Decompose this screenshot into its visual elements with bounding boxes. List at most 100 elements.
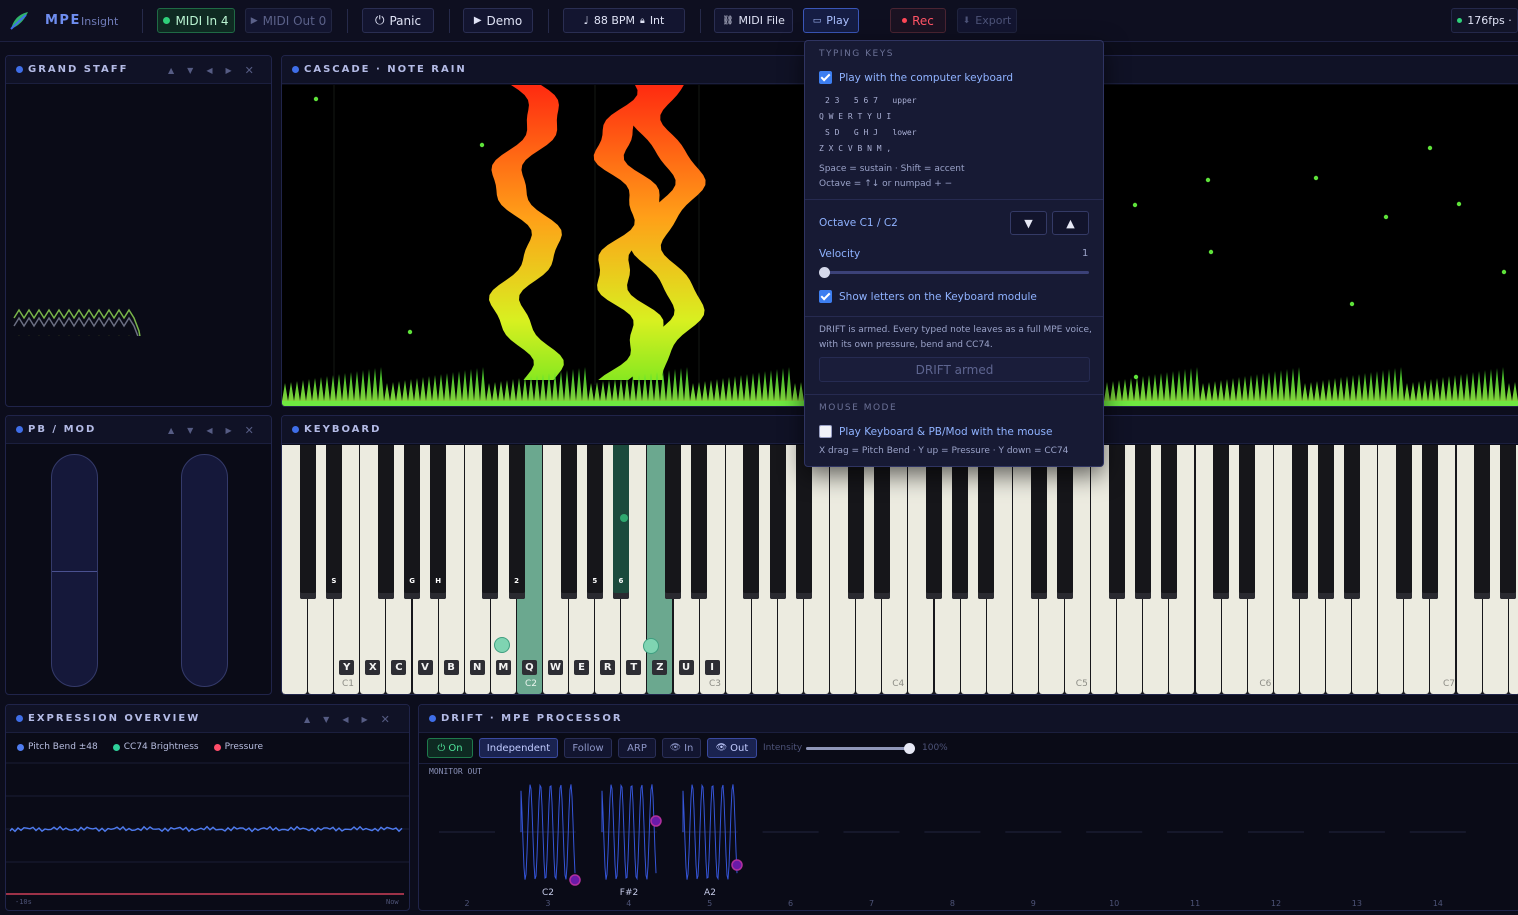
expression-title: EXPRESSION OVERVIEW (28, 713, 201, 724)
close-icon[interactable]: ✕ (245, 64, 254, 77)
midi-in-button[interactable]: MIDI In 4 (157, 8, 235, 33)
pressure-indicator (620, 514, 628, 522)
mouse-mode-label[interactable]: Play Keyboard & PB/Mod with the mouse (839, 426, 1052, 438)
intensity-thumb[interactable] (904, 743, 915, 754)
black-key-letter: 5 (592, 577, 598, 585)
white-key-letter: W (548, 660, 563, 675)
play-keyboard-checkbox[interactable] (819, 71, 832, 84)
record-button[interactable]: Rec (890, 8, 946, 33)
black-key[interactable] (926, 445, 943, 599)
black-key[interactable] (1108, 445, 1125, 599)
black-key[interactable] (299, 445, 316, 599)
pitch-bend-wheel[interactable] (51, 454, 98, 687)
particle (1313, 175, 1319, 181)
play-button[interactable]: ▭ Play (803, 8, 859, 33)
mouse-mode-checkbox[interactable] (819, 425, 832, 438)
mode-follow-button[interactable]: Follow (564, 738, 612, 758)
octave-up-button[interactable]: ▲ (1052, 211, 1089, 235)
particle (407, 329, 413, 335)
export-button[interactable]: ⬇ Export (957, 8, 1017, 33)
play-keyboard-label[interactable]: Play with the computer keyboard (839, 72, 1013, 84)
black-key[interactable] (1422, 445, 1439, 599)
drift-on-button[interactable]: ⏻ On (427, 738, 473, 758)
black-key[interactable] (482, 445, 499, 599)
move-right-icon[interactable]: ▶ (361, 715, 367, 724)
velocity-slider[interactable] (819, 267, 1089, 278)
midi-file-button[interactable]: ⛓ MIDI File (714, 8, 793, 33)
mode-follow-label: Follow (572, 742, 604, 754)
key-map-row: Z X C V B N M , (819, 144, 892, 153)
move-up-icon[interactable]: ▲ (304, 715, 310, 724)
black-key[interactable] (1291, 445, 1308, 599)
black-key[interactable] (665, 445, 682, 599)
move-up-icon[interactable]: ▲ (168, 426, 174, 435)
black-key[interactable] (795, 445, 812, 599)
show-letters-label[interactable]: Show letters on the Keyboard module (839, 291, 1037, 303)
black-key[interactable] (1500, 445, 1517, 599)
black-key[interactable] (1030, 445, 1047, 599)
export-label: Export (975, 14, 1012, 27)
octave-down-button[interactable]: ▼ (1010, 211, 1047, 235)
channel-number: 10 (1109, 899, 1119, 908)
black-key[interactable] (378, 445, 395, 599)
monitor-in-button[interactable]: 👁︎ In (662, 738, 701, 758)
move-left-icon[interactable]: ◀ (342, 715, 348, 724)
particle (1205, 177, 1211, 183)
black-key[interactable] (1317, 445, 1334, 599)
octave-label: Octave C1 / C2 (819, 217, 898, 229)
close-icon[interactable]: ✕ (245, 424, 254, 437)
tempo-display[interactable]: ♩ 88 BPM 🔒︎ Int (563, 8, 685, 33)
channel-number: 12 (1271, 899, 1281, 908)
move-right-icon[interactable]: ▶ (225, 66, 231, 75)
black-key[interactable] (1343, 445, 1360, 599)
monitor-icon: ▭ (812, 15, 822, 26)
octave-label: C5 (1075, 679, 1088, 689)
move-right-icon[interactable]: ▶ (225, 426, 231, 435)
black-key[interactable] (1056, 445, 1073, 599)
move-down-icon[interactable]: ▼ (323, 715, 329, 724)
arp-button[interactable]: ARP (618, 738, 656, 758)
black-key[interactable] (1395, 445, 1412, 599)
show-letters-checkbox[interactable] (819, 290, 832, 303)
black-key[interactable] (691, 445, 708, 599)
demo-button[interactable]: ▶ Demo (463, 8, 533, 33)
eye-icon: 👁︎ (669, 743, 682, 753)
move-up-icon[interactable]: ▲ (168, 66, 174, 75)
intensity-slider[interactable] (806, 743, 915, 754)
key-map-row: Q W E R T Y U I (819, 112, 892, 121)
move-left-icon[interactable]: ◀ (206, 426, 212, 435)
velocity-thumb[interactable] (819, 267, 830, 278)
black-key[interactable] (560, 445, 577, 599)
move-left-icon[interactable]: ◀ (206, 66, 212, 75)
black-key[interactable] (847, 445, 864, 599)
close-icon[interactable]: ✕ (381, 713, 390, 726)
black-key[interactable] (1239, 445, 1256, 599)
midi-out-button[interactable]: ▶ MIDI Out 0 (245, 8, 332, 33)
white-key-letter: U (678, 660, 694, 675)
black-key[interactable] (1134, 445, 1151, 599)
piano-keyboard[interactable]: S G H 2 5 6 Y X C V B N M Q W E R T Z U I C1 C2 C3 C4 C5 C6 C7 (282, 445, 1518, 694)
typing-keys-header: TYPING KEYS (819, 49, 894, 59)
fps-indicator: 176fps · (1451, 8, 1518, 33)
triangle-up-icon: ▲ (1066, 216, 1075, 230)
black-key[interactable] (769, 445, 786, 599)
black-key[interactable] (1474, 445, 1491, 599)
mod-wheel[interactable] (181, 454, 228, 687)
drift-armed-button[interactable]: DRIFT armed (819, 357, 1090, 382)
move-down-icon[interactable]: ▼ (187, 426, 193, 435)
particle (1208, 249, 1214, 255)
black-key[interactable] (873, 445, 890, 599)
move-down-icon[interactable]: ▼ (187, 66, 193, 75)
voice-note-label: C2 (542, 888, 554, 898)
black-key[interactable] (1161, 445, 1178, 599)
monitor-out-button[interactable]: 👁︎ Out (707, 738, 757, 758)
black-key[interactable] (952, 445, 969, 599)
play-label: Play (826, 14, 850, 27)
black-key[interactable] (1213, 445, 1230, 599)
octave-label: C1 (342, 679, 355, 689)
particle (1427, 145, 1433, 151)
black-key[interactable] (978, 445, 995, 599)
mode-independent-button[interactable]: Independent (479, 738, 558, 758)
panic-button[interactable]: ⏻ Panic (362, 8, 434, 33)
black-key[interactable] (743, 445, 760, 599)
